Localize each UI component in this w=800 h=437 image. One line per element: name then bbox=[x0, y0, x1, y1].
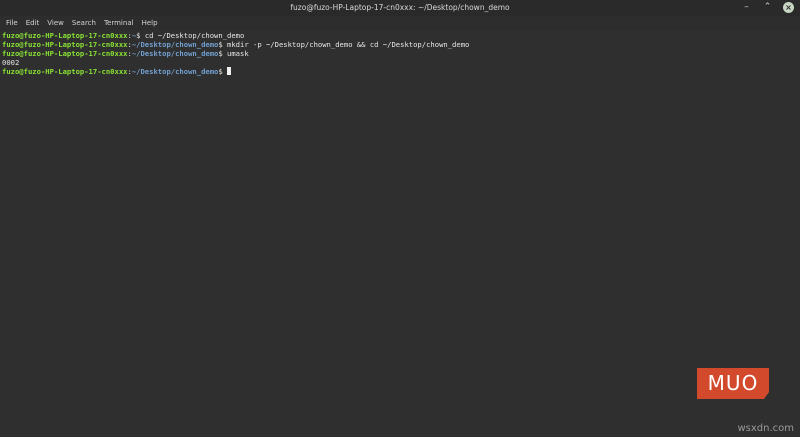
prompt-path: ~/Desktop/chown_demo bbox=[131, 49, 219, 58]
title-bar[interactable]: fuzo@fuzo-HP-Laptop-17-cn0xxx: ~/Desktop… bbox=[0, 0, 800, 16]
terminal-line: fuzo@fuzo-HP-Laptop-17-cn0xxx:~$ cd ~/De… bbox=[2, 31, 800, 40]
minimize-icon[interactable]: – bbox=[741, 2, 752, 13]
close-icon[interactable]: × bbox=[783, 2, 794, 13]
terminal-window: fuzo@fuzo-HP-Laptop-17-cn0xxx: ~/Desktop… bbox=[0, 0, 800, 437]
terminal-line: 0002 bbox=[2, 58, 800, 67]
prompt-symbol: $ bbox=[218, 67, 228, 76]
terminal-line: fuzo@fuzo-HP-Laptop-17-cn0xxx:~/Desktop/… bbox=[2, 67, 800, 76]
prompt-symbol: $ bbox=[136, 31, 145, 40]
window-title: fuzo@fuzo-HP-Laptop-17-cn0xxx: ~/Desktop… bbox=[290, 3, 510, 12]
terminal-line: fuzo@fuzo-HP-Laptop-17-cn0xxx:~/Desktop/… bbox=[2, 40, 800, 49]
menu-bar: File Edit View Search Terminal Help bbox=[0, 16, 800, 30]
scrollbar[interactable] bbox=[794, 30, 800, 437]
menu-file[interactable]: File bbox=[2, 16, 22, 30]
maximize-icon[interactable]: ⌃ bbox=[762, 2, 773, 13]
muo-logo: MUO bbox=[697, 368, 769, 399]
prompt-user: fuzo@fuzo-HP-Laptop-17-cn0xxx bbox=[2, 40, 128, 49]
menu-edit[interactable]: Edit bbox=[22, 16, 44, 30]
command-output: 0002 bbox=[2, 58, 20, 67]
prompt-user: fuzo@fuzo-HP-Laptop-17-cn0xxx bbox=[2, 31, 128, 40]
prompt-user: fuzo@fuzo-HP-Laptop-17-cn0xxx bbox=[2, 49, 128, 58]
watermark: wsxdn.com bbox=[737, 423, 794, 434]
window-controls: – ⌃ × bbox=[741, 2, 794, 13]
muo-logo-text: MUO bbox=[707, 371, 759, 395]
text-cursor bbox=[227, 67, 232, 75]
prompt-symbol: $ bbox=[218, 40, 228, 49]
command-text: mkdir -p ~/Desktop/chown_demo && cd ~/De… bbox=[227, 40, 470, 49]
prompt-symbol: $ bbox=[218, 49, 228, 58]
command-text: cd ~/Desktop/chown_demo bbox=[144, 31, 245, 40]
prompt-user: fuzo@fuzo-HP-Laptop-17-cn0xxx bbox=[2, 67, 128, 76]
prompt-path: ~/Desktop/chown_demo bbox=[131, 67, 219, 76]
menu-search[interactable]: Search bbox=[68, 16, 100, 30]
menu-view[interactable]: View bbox=[43, 16, 68, 30]
terminal-output[interactable]: fuzo@fuzo-HP-Laptop-17-cn0xxx:~$ cd ~/De… bbox=[0, 30, 800, 437]
menu-help[interactable]: Help bbox=[138, 16, 162, 30]
prompt-path: ~/Desktop/chown_demo bbox=[131, 40, 219, 49]
command-text: umask bbox=[227, 49, 249, 58]
menu-terminal[interactable]: Terminal bbox=[100, 16, 138, 30]
terminal-line: fuzo@fuzo-HP-Laptop-17-cn0xxx:~/Desktop/… bbox=[2, 49, 800, 58]
